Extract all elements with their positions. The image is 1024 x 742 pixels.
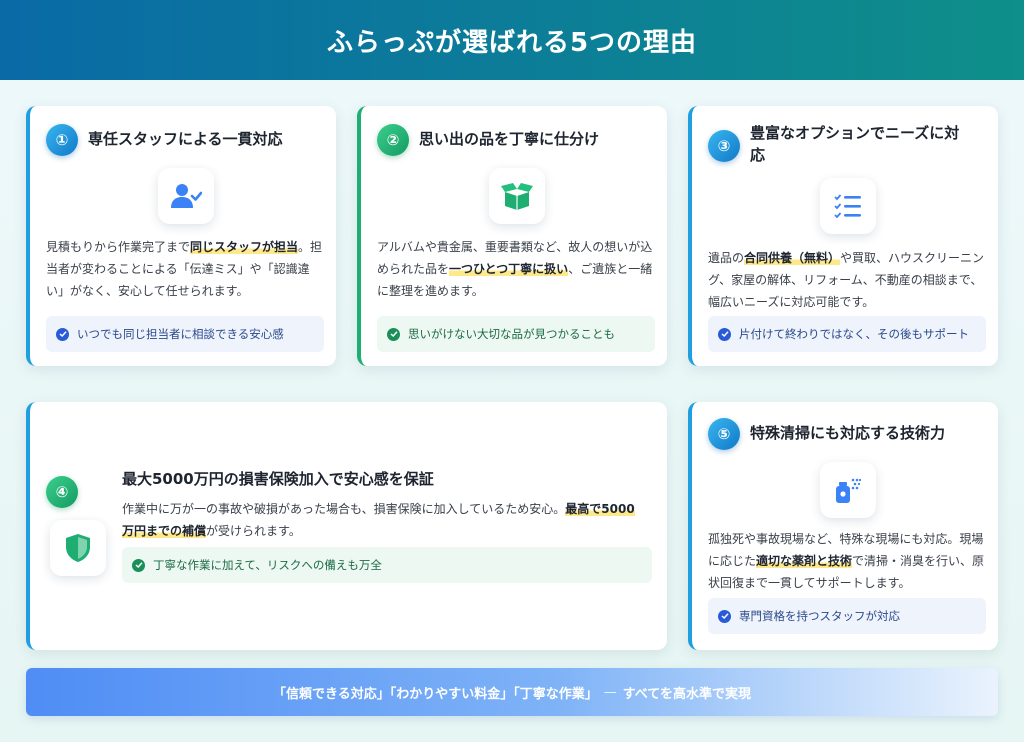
description-highlight: 適切な薬剤と技術 [756,554,853,568]
card-title: 最大5000万円の損害保険加入で安心感を保証 [122,470,434,488]
checklist-icon [820,178,876,234]
reason-card-1: ① 専任スタッフによる一貫対応 見積もりから作業完了まで同じスタッフが担当。担当… [26,106,336,366]
summary-banner: 「信頼できる対応」「わかりやすい料金」「丁寧な作業」 — すべてを高水準で実現 [26,668,998,716]
card-description: 孤独死や事故現場など、特殊な現場にも対応。現場に応じた適切な薬剤と技術で清掃・消… [708,528,986,594]
check-circle-icon [56,327,69,341]
shield-icon [50,520,106,576]
user-check-icon [158,168,214,224]
check-circle-icon [718,327,731,341]
card-description: アルバムや貴金属、重要書類など、故人の想いが込められた品を一つひとつ丁寧に扱い、… [377,236,655,302]
spray-icon [820,462,876,518]
page-header: ふらっぷが選ばれる5つの理由 [0,0,1024,80]
card-note: 思いがけない大切な品が見つかることも [377,316,655,352]
reason-card-4: ④ 最大5000万円の損害保険加入で安心感を保証 作業中に万が一の事故や破損があ… [26,402,667,650]
card-description: 遺品の合同供養（無料）や買取、ハウスクリーニング、家屋の解体、リフォーム、不動産… [708,247,986,313]
number-badge: ⑤ [708,418,740,450]
card-description: 作業中に万が一の事故や破損があった場合も、損害保険に加入しているため安心。最高で… [122,498,642,542]
description-text: 遺品の [708,251,745,265]
description-highlight: 同じスタッフが担当 [190,240,299,254]
check-circle-icon [132,558,145,572]
open-box-icon [489,168,545,224]
page-title: ふらっぷが選ばれる5つの理由 [326,27,698,58]
number-badge: ② [377,124,409,156]
card-title: 専任スタッフによる一貫対応 [88,130,283,148]
reason-card-2: ② 思い出の品を丁寧に仕分け アルバムや貴金属、重要書類など、故人の想いが込めら… [357,106,667,366]
card-note: 片付けて終わりではなく、その後もサポート [708,316,986,352]
summary-dash: — [603,684,617,700]
number-badge: ③ [708,130,740,162]
card-note: 丁寧な作業に加えて、リスクへの備えも万全 [122,547,652,583]
description-highlight: 一つひとつ丁寧に扱い [449,262,569,276]
card-note: 専門資格を持つスタッフが対応 [708,598,986,634]
reason-card-5: ⑤ 特殊清掃にも対応する技術力 孤独死や事故現場など、特殊な現場にも対応。現場に… [688,402,998,650]
card-title: 思い出の品を丁寧に仕分け [419,130,600,148]
check-circle-icon [718,609,731,623]
number-badge: ① [46,124,78,156]
card-note: いつでも同じ担当者に相談できる安心感 [46,316,324,352]
note-text: いつでも同じ担当者に相談できる安心感 [77,327,284,341]
description-text: 作業中に万が一の事故や破損があった場合も、損害保険に加入しているため安心。 [122,502,566,516]
reason-card-3: ③ 豊富なオプションでニーズに対応 遺品の合同供養（無料）や買取、ハウスクリーニ… [688,106,998,366]
summary-text: 「信頼できる対応」「わかりやすい料金」「丁寧な作業」 [272,686,598,702]
description-text: が受けられます。 [206,524,301,538]
note-text: 丁寧な作業に加えて、リスクへの備えも万全 [153,558,382,572]
description-text: 見積もりから作業完了まで [46,240,191,254]
card-description: 見積もりから作業完了まで同じスタッフが担当。担当者が変わることによる「伝達ミス」… [46,236,324,302]
note-text: 専門資格を持つスタッフが対応 [739,609,900,623]
note-text: 片付けて終わりではなく、その後もサポート [739,327,969,341]
check-circle-icon [387,327,400,341]
card-title: 豊富なオプションでニーズに対応 [750,124,960,164]
number-badge: ④ [46,476,78,508]
card-title: 特殊清掃にも対応する技術力 [750,424,946,442]
summary-tail: すべてを高水準で実現 [622,686,752,702]
description-highlight: 合同供養（無料） [744,251,841,265]
note-text: 思いがけない大切な品が見つかることも [408,327,615,341]
